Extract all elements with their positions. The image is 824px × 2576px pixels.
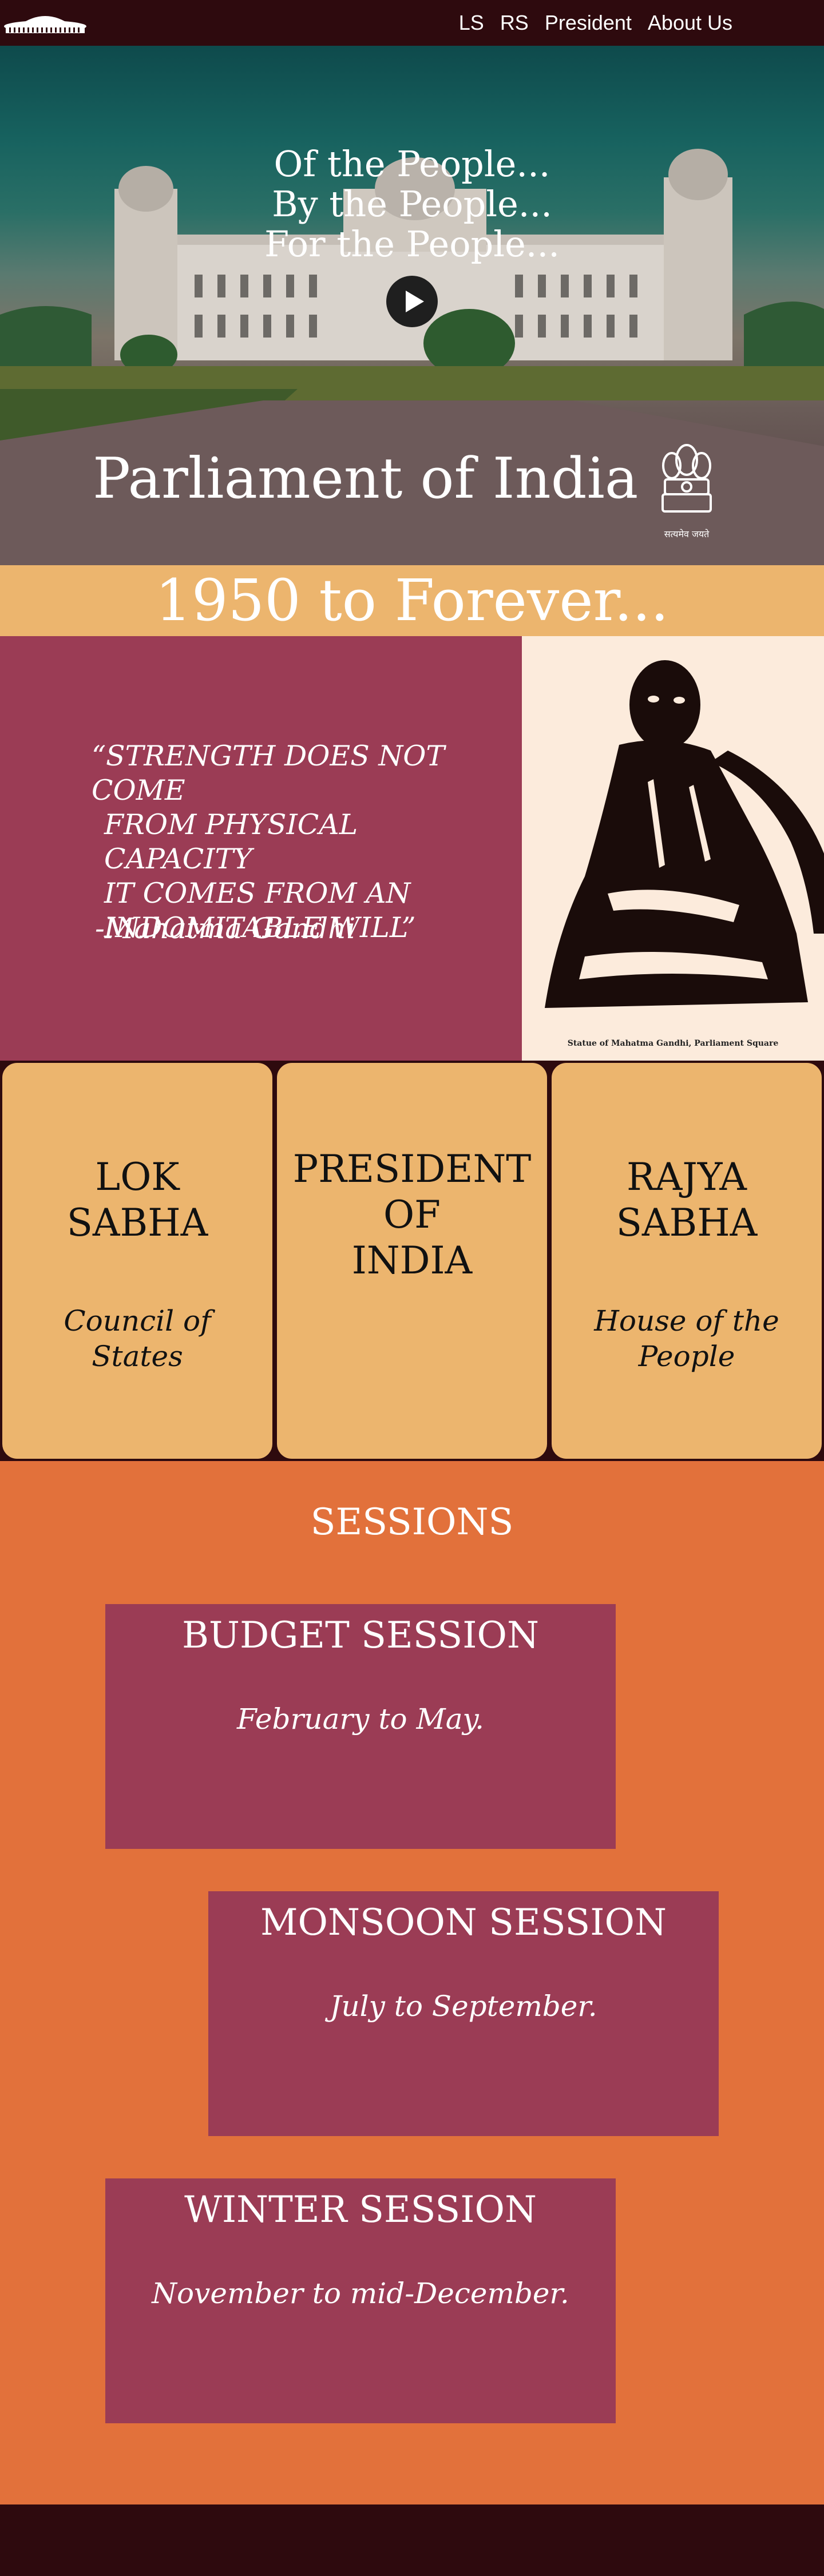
session-monsoon: MONSOON SESSION July to September. [208, 1891, 719, 2136]
motto-line: For the People... [264, 223, 560, 265]
card-subtitle-line: Council of [64, 1304, 211, 1337]
session-name: MONSOON SESSION [260, 1902, 667, 1944]
session-name: WINTER SESSION [184, 2189, 537, 2231]
session-name: BUDGET SESSION [181, 1614, 540, 1657]
card-title-line: PRESIDENT [292, 1147, 532, 1191]
card-title: RAJYA SABHA [552, 1154, 822, 1246]
card-title: LOK SABHA [2, 1154, 272, 1246]
top-nav: LS RS President About Us [0, 0, 824, 46]
card-title-line: LOK [95, 1155, 180, 1199]
quote-section: “STRENGTH DOES NOT COME FROM PHYSICAL CA… [0, 636, 522, 1061]
parliament-logo[interactable] [2, 5, 88, 39]
tagline-banner: 1950 to Forever... [0, 565, 824, 636]
nav-link-rs[interactable]: RS [500, 11, 529, 35]
emblem-motto: सत्यमेव जयते [664, 529, 710, 539]
quote-author: -Mahatma Gandhi [95, 912, 356, 945]
hero-section: Of the People... By the People... For th… [0, 46, 824, 565]
nav-links: LS RS President About Us [459, 0, 732, 46]
motto-line: By the People... [272, 183, 552, 225]
card-subtitle: Council of States [2, 1303, 272, 1374]
page-footer [0, 2504, 824, 2576]
play-icon [406, 291, 424, 312]
card-subtitle-line: People [638, 1340, 735, 1373]
quote-line: “STRENGTH DOES NOT COME [92, 740, 445, 807]
quote-line: IT COMES FROM AN [104, 877, 411, 910]
card-title-line: SABHA [66, 1201, 208, 1245]
session-dates: November to mid-December. [152, 2277, 569, 2310]
nav-link-about-us[interactable]: About Us [648, 11, 732, 35]
nav-link-president[interactable]: President [545, 11, 632, 35]
quote-line: FROM PHYSICAL CAPACITY [104, 808, 358, 875]
gandhi-statue-illustration [522, 660, 824, 1061]
hero-motto: Of the People... By the People... For th… [0, 144, 824, 264]
card-subtitle-line: States [92, 1340, 183, 1373]
session-budget: BUDGET SESSION February to May. [105, 1604, 616, 1849]
card-rajya-sabha[interactable]: RAJYA SABHA House of the People [550, 1062, 823, 1460]
card-lok-sabha[interactable]: LOK SABHA Council of States [1, 1062, 274, 1460]
sessions-title: SESSIONS [310, 1501, 514, 1543]
gandhi-statue-image: Statue of Mahatma Gandhi, Parliament Squ… [522, 636, 824, 1061]
card-subtitle: House of the People [552, 1303, 822, 1374]
card-title-line: OF [383, 1193, 441, 1237]
page-title: Parliament of India [93, 446, 639, 511]
sessions-section: SESSIONS BUDGET SESSION February to May.… [0, 1461, 824, 2504]
card-title-line: INDIA [351, 1239, 473, 1283]
card-title: PRESIDENT OF INDIA [277, 1146, 547, 1284]
nav-link-ls[interactable]: LS [459, 11, 484, 35]
session-dates: February to May. [236, 1702, 485, 1736]
play-video-button[interactable] [386, 276, 438, 327]
card-subtitle-line: House of the [594, 1304, 779, 1337]
card-title-line: RAJYA [627, 1155, 747, 1199]
tagline-text: 1950 to Forever... [155, 567, 669, 634]
card-president[interactable]: PRESIDENT OF INDIA [276, 1062, 548, 1460]
image-caption: Statue of Mahatma Gandhi, Parliament Squ… [567, 1039, 779, 1048]
card-title-line: SABHA [616, 1201, 758, 1245]
session-dates: July to September. [330, 1990, 597, 2023]
houses-cards: LOK SABHA Council of States PRESIDENT OF… [0, 1061, 824, 1461]
session-winter: WINTER SESSION November to mid-December. [105, 2178, 616, 2423]
motto-line: Of the People... [274, 143, 550, 185]
